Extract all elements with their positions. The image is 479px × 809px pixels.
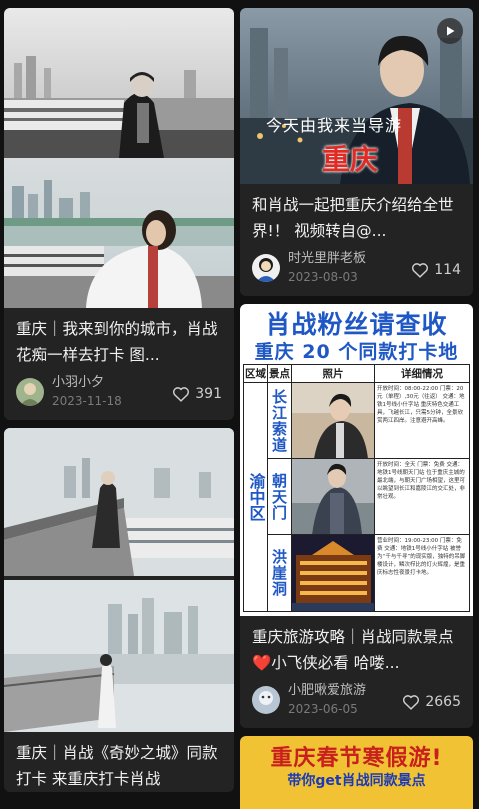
poster-region: 渝中区 [244, 383, 268, 611]
post-date: 2023-08-03 [288, 270, 358, 284]
poster-table: 区域 景点 照片 详细情况 渝中区 长江索道 开放时间：08:00-22:00 … [243, 364, 470, 612]
avatar[interactable] [252, 254, 280, 282]
heart-icon [173, 387, 190, 402]
note-cover-image[interactable]: 重庆春节寒假游! 带你get肖战同款景点 [240, 736, 473, 809]
post-date: 2023-06-05 [288, 702, 358, 716]
note-card[interactable]: 重庆春节寒假游! 带你get肖战同款景点 [240, 736, 473, 809]
avatar[interactable] [16, 378, 44, 406]
poster-row: 洪崖洞 营业时间：19:00-23:00 门票：免费 交通：地铁1号线小什字站 … [268, 535, 469, 611]
feed-column-right: 今天由我来当导游 重庆 和肖战一起把重庆介绍给全世界!！ 视频转自@... 时光… [240, 8, 473, 809]
banner-subtitle: 带你get肖战同款景点 [287, 773, 426, 789]
note-card[interactable]: 重庆｜肖战《奇妙之城》同款打卡 来重庆打卡肖战 [4, 428, 234, 792]
post-date: 2023-11-18 [52, 394, 122, 408]
note-card[interactable]: 今天由我来当导游 重庆 和肖战一起把重庆介绍给全世界!！ 视频转自@... 时光… [240, 8, 473, 296]
video-overlay-city: 重庆 [322, 143, 379, 176]
note-cover-image[interactable] [4, 428, 234, 732]
cover-photo [4, 8, 234, 308]
like-count: 2665 [425, 694, 461, 710]
banner-title: 重庆春节寒假游! [270, 746, 443, 771]
like-button[interactable]: 114 [411, 262, 461, 278]
poster-row: 长江索道 开放时间：08:00-22:00 门票：20元（单程）,30元（往返）… [268, 383, 469, 459]
poster-table-header: 区域 景点 照片 详细情况 [244, 365, 469, 383]
cover-photo [4, 428, 234, 732]
play-icon [437, 18, 463, 44]
note-title[interactable]: 重庆｜我来到你的城市，肖战 花痴一样去打卡 图... [4, 308, 234, 368]
author-name[interactable]: 小肥啾爱旅游 [288, 683, 366, 699]
note-meta: 小肥啾爱旅游 2023-06-05 2665 [240, 676, 473, 728]
note-title[interactable]: 重庆旅游攻略｜肖战同款景点❤️小飞侠必看 哈喽... [240, 616, 473, 676]
note-meta: 小羽小夕 2023-11-18 391 [4, 368, 234, 420]
avatar[interactable] [252, 686, 280, 714]
note-card[interactable]: 重庆｜我来到你的城市，肖战 花痴一样去打卡 图... 小羽小夕 2023-11-… [4, 8, 234, 420]
like-button[interactable]: 391 [172, 386, 222, 402]
note-title[interactable]: 和肖战一起把重庆介绍给全世界!！ 视频转自@... [240, 184, 473, 244]
heart-icon [403, 695, 420, 710]
poster-subtitle: 重庆 20 个同款打卡地 [254, 341, 459, 363]
feed-column-left: 重庆｜我来到你的城市，肖战 花痴一样去打卡 图... 小羽小夕 2023-11-… [4, 8, 234, 800]
poster-row: 朝天门 开放时间：全天 门票：免费 交通：地铁1号线朝天门站 位于重庆主城的最北… [268, 459, 469, 535]
note-cover-image[interactable]: 肖战粉丝请查收 重庆 20 个同款打卡地 区域 景点 照片 详细情况 渝中区 长… [240, 304, 473, 616]
like-count: 114 [434, 262, 461, 278]
note-meta: 时光里胖老板 2023-08-03 114 [240, 244, 473, 296]
note-card[interactable]: 肖战粉丝请查收 重庆 20 个同款打卡地 区域 景点 照片 详细情况 渝中区 长… [240, 304, 473, 728]
poster-title: 肖战粉丝请查收 [265, 310, 448, 339]
spot-photo [292, 535, 375, 611]
spot-photo [292, 383, 375, 458]
like-button[interactable]: 2665 [402, 694, 461, 710]
video-overlay-caption: 今天由我来当导游 [266, 116, 403, 135]
like-count: 391 [195, 386, 222, 402]
note-cover-image[interactable]: 今天由我来当导游 重庆 [240, 8, 473, 184]
heart-icon [412, 263, 429, 278]
spot-photo [292, 459, 375, 534]
note-title[interactable]: 重庆｜肖战《奇妙之城》同款打卡 来重庆打卡肖战 [4, 732, 234, 792]
author-name[interactable]: 时光里胖老板 [288, 251, 366, 267]
note-cover-image[interactable] [4, 8, 234, 308]
author-name[interactable]: 小羽小夕 [52, 375, 122, 391]
